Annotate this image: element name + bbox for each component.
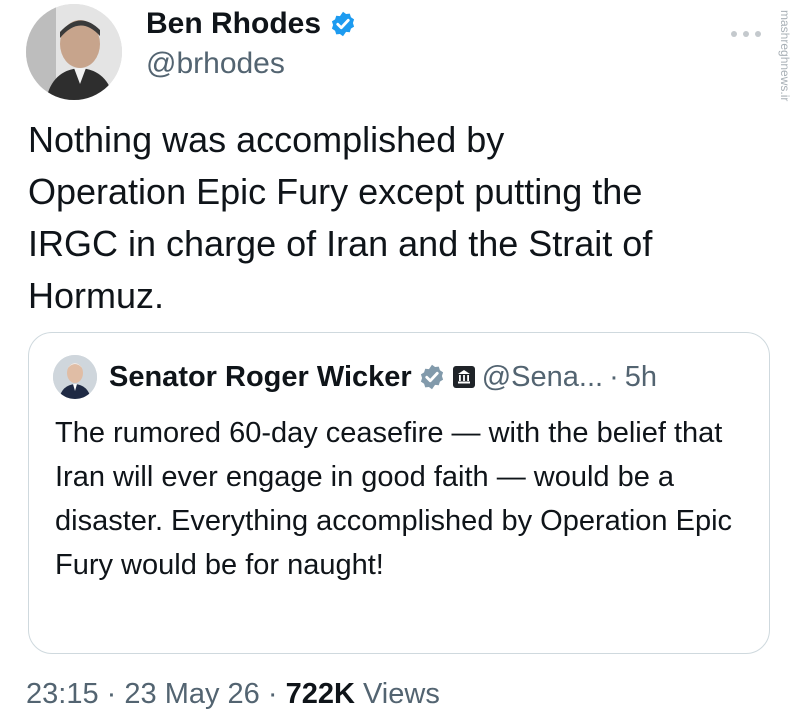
- quoted-author-avatar[interactable]: [53, 355, 97, 399]
- author-display-name[interactable]: Ben Rhodes: [146, 6, 321, 42]
- tweet-text: Nothing was accomplished by Operation Ep…: [28, 119, 653, 316]
- quoted-author-handle[interactable]: @Sena...: [482, 357, 603, 397]
- quoted-tweet-time[interactable]: 5h: [625, 357, 657, 397]
- author-avatar[interactable]: [26, 4, 122, 100]
- author-name-row: Ben Rhodes: [146, 6, 357, 42]
- government-building-icon: [452, 366, 475, 388]
- quoted-author-display-name[interactable]: Senator Roger Wicker: [109, 357, 412, 397]
- person-portrait-icon: [26, 4, 122, 100]
- quoted-tweet-header: Senator Roger Wicker @Sena... · 5h: [109, 357, 657, 397]
- views-label: Views: [362, 678, 440, 710]
- person-portrait-icon: [53, 355, 97, 399]
- separator-dot: ·: [106, 678, 117, 710]
- views-count[interactable]: 722K: [286, 678, 355, 710]
- tweet-time[interactable]: 23:15: [26, 678, 99, 710]
- tweet-meta: 23:15 · 23 May 26 · 722K Views: [26, 674, 440, 714]
- tweet-date[interactable]: 23 May 26: [124, 678, 259, 710]
- separator-dot: ·: [609, 361, 619, 393]
- tweet-card: Ben Rhodes @brhodes mashreghnews.ir Noth…: [0, 0, 800, 724]
- quoted-tweet-card[interactable]: Senator Roger Wicker @Sena... · 5h The r…: [28, 332, 770, 654]
- verified-badge-icon: [420, 364, 443, 390]
- watermark: mashreghnews.ir: [778, 10, 792, 102]
- verified-badge-icon: [331, 11, 355, 37]
- author-handle[interactable]: @brhodes: [146, 46, 285, 82]
- more-options-icon[interactable]: [728, 28, 764, 40]
- separator-dot: ·: [267, 678, 278, 710]
- quoted-tweet-text: The rumored 60-day ceasefire — with the …: [55, 417, 733, 581]
